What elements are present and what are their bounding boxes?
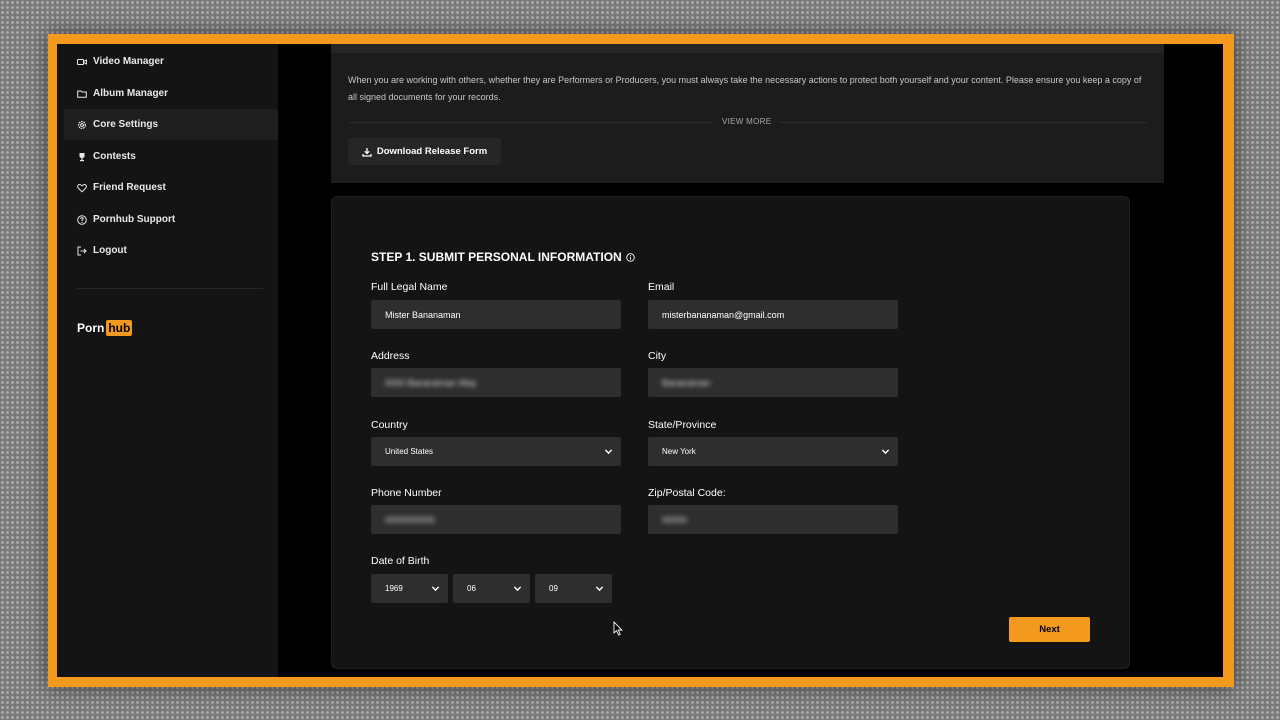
heart-icon [77, 183, 87, 193]
panel-top-strip [331, 44, 1164, 53]
address-value: 0000 Bananaman Way [385, 377, 477, 388]
city-label: City [648, 350, 667, 362]
dob-year-value: 1969 [385, 584, 403, 593]
country-select[interactable]: United States [371, 437, 621, 466]
help-circle-icon [77, 214, 87, 225]
zip-value: 00000 [662, 514, 688, 525]
email-value: misterbananaman@gmail.com [662, 309, 785, 320]
dob-label: Date of Birth [371, 555, 430, 567]
sidebar-item-label: Pornhub Support [93, 214, 176, 225]
dob-year-select[interactable]: 1969 [371, 574, 448, 603]
chevron-down-icon [513, 586, 522, 592]
folder-icon [77, 89, 87, 99]
mouse-cursor-icon [613, 621, 623, 636]
full-name-input[interactable]: Mister Bananaman [371, 300, 621, 329]
sidebar-item-label: Friend Request [93, 182, 166, 193]
state-label: State/Province [648, 419, 717, 431]
zip-label: Zip/Postal Code: [648, 487, 726, 499]
logo-hub-badge: hub [106, 320, 133, 336]
email-input[interactable]: misterbananaman@gmail.com [648, 300, 898, 329]
download-button-label: Download Release Form [376, 146, 488, 157]
logo-text: Porn [77, 321, 105, 335]
phone-value: 0000000000 [385, 514, 436, 525]
address-label: Address [371, 350, 410, 362]
chevron-down-icon [881, 449, 890, 455]
sidebar-item-label: Logout [93, 245, 127, 256]
video-camera-icon [77, 57, 87, 67]
release-notice-text: When you are working with others, whethe… [348, 75, 1142, 102]
full-name-label: Full Legal Name [371, 281, 448, 293]
sidebar-item-label: Video Manager [93, 56, 164, 67]
download-icon [362, 147, 372, 157]
city-input[interactable]: Bananaman [648, 368, 898, 397]
city-value: Bananaman [662, 377, 711, 388]
next-button[interactable]: Next [1009, 617, 1090, 642]
form-title: STEP 1. SUBMIT PERSONAL INFORMATION [371, 250, 635, 264]
logout-icon [77, 246, 87, 256]
personal-info-form: STEP 1. SUBMIT PERSONAL INFORMATION Full… [331, 196, 1130, 669]
phone-label: Phone Number [371, 487, 442, 499]
dob-day-value: 09 [549, 584, 558, 593]
address-input[interactable]: 0000 Bananaman Way [371, 368, 621, 397]
phone-input[interactable]: 0000000000 [371, 505, 621, 534]
full-name-value: Mister Bananaman [385, 309, 461, 320]
state-value: New York [662, 447, 696, 456]
sidebar-item-logout[interactable]: Logout [64, 235, 278, 266]
chevron-down-icon [431, 586, 440, 592]
dob-month-value: 06 [467, 584, 476, 593]
sidebar: Video Manager Album Manager Core Setting… [57, 44, 278, 677]
country-value: United States [385, 447, 434, 456]
info-icon[interactable] [625, 252, 635, 262]
release-info-panel: When you are working with others, whethe… [331, 44, 1164, 183]
dob-month-select[interactable]: 06 [453, 574, 530, 603]
chevron-down-icon [604, 449, 613, 455]
zip-input[interactable]: 00000 [648, 505, 898, 534]
state-select[interactable]: New York [648, 437, 898, 466]
sidebar-item-friend-request[interactable]: Friend Request [64, 172, 278, 203]
sidebar-item-core-settings[interactable]: Core Settings [64, 109, 278, 140]
sidebar-item-video-manager[interactable]: Video Manager [64, 46, 278, 77]
dob-day-select[interactable]: 09 [535, 574, 612, 603]
sidebar-item-support[interactable]: Pornhub Support [64, 204, 278, 235]
view-more-link[interactable]: VIEW MORE [714, 116, 780, 128]
form-title-text: STEP 1. SUBMIT PERSONAL INFORMATION [371, 250, 622, 264]
sidebar-item-label: Core Settings [93, 119, 159, 130]
email-label: Email [648, 281, 675, 293]
sidebar-item-label: Contests [93, 151, 136, 162]
pornhub-logo[interactable]: Porn hub [77, 320, 133, 336]
trophy-icon [77, 152, 87, 162]
sidebar-item-album-manager[interactable]: Album Manager [64, 78, 278, 109]
gear-icon [77, 120, 87, 130]
chevron-down-icon [595, 586, 604, 592]
country-label: Country [371, 419, 408, 431]
sidebar-item-label: Album Manager [93, 88, 169, 99]
download-release-form-button[interactable]: Download Release Form [348, 138, 501, 165]
sidebar-item-contests[interactable]: Contests [64, 141, 278, 172]
sidebar-divider [77, 288, 263, 289]
app-screen: Video Manager Album Manager Core Setting… [57, 44, 1223, 677]
